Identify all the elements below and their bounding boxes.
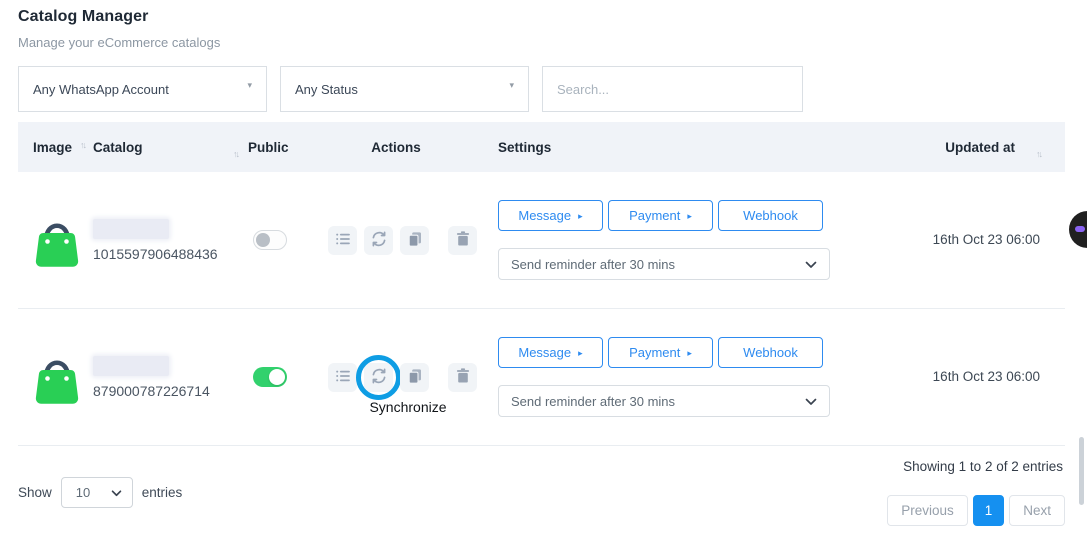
reminder-select-value: Send reminder after 30 mins bbox=[511, 257, 675, 272]
delete-button[interactable] bbox=[448, 226, 477, 255]
submenu-arrow-icon: ▸ bbox=[687, 348, 692, 359]
settings-cell: Message ▸ Payment ▸ Webhook Send reminde… bbox=[498, 337, 838, 417]
copy-icon bbox=[406, 367, 424, 388]
webhook-settings-button[interactable]: Webhook bbox=[718, 200, 823, 231]
page-size-select[interactable]: 10 bbox=[61, 477, 133, 508]
delete-button[interactable] bbox=[448, 363, 477, 392]
list-icon bbox=[334, 230, 352, 251]
show-label: Show bbox=[18, 485, 52, 500]
submenu-arrow-icon: ▸ bbox=[687, 211, 692, 222]
catalog-cell: 1015597906488436 bbox=[93, 219, 248, 262]
public-cell bbox=[248, 230, 328, 250]
column-header-image[interactable]: Image↑↓ bbox=[18, 140, 93, 155]
catalog-cell: 879000787226714 bbox=[93, 356, 248, 399]
page-1-button[interactable]: 1 bbox=[973, 495, 1005, 526]
sort-icon: ↑↓ bbox=[80, 140, 85, 150]
search-box bbox=[542, 66, 803, 112]
caret-down-icon: ▾ bbox=[509, 80, 514, 91]
whatsapp-account-select-value: Any WhatsApp Account bbox=[33, 82, 169, 97]
table-row: 1015597906488436 bbox=[18, 172, 1065, 309]
catalog-image-cell bbox=[18, 209, 93, 272]
payment-settings-button[interactable]: Payment ▸ bbox=[608, 337, 713, 368]
pagination: Previous 1 Next bbox=[887, 495, 1065, 526]
trash-icon bbox=[454, 230, 472, 251]
shopping-bag-icon bbox=[33, 391, 81, 408]
duplicate-button[interactable] bbox=[400, 226, 429, 255]
catalog-image-cell bbox=[18, 346, 93, 409]
public-cell bbox=[248, 367, 328, 387]
column-header-actions: Actions bbox=[328, 140, 498, 155]
updated-at-cell: 16th Oct 23 06:00 bbox=[838, 231, 1065, 249]
column-header-catalog[interactable]: Catalog↑↓ bbox=[93, 140, 248, 155]
catalog-table: Image↑↓ Catalog↑↓ Public Actions Setting… bbox=[18, 122, 1065, 526]
synchronize-button[interactable] bbox=[364, 363, 393, 392]
webhook-settings-button[interactable]: Webhook bbox=[718, 337, 823, 368]
chevron-down-icon bbox=[111, 485, 122, 500]
updated-at-value: 16th Oct 23 06:00 bbox=[933, 232, 1040, 247]
duplicate-button[interactable] bbox=[400, 363, 429, 392]
settings-cell: Message ▸ Payment ▸ Webhook Send reminde… bbox=[498, 200, 838, 280]
showing-entries-text: Showing 1 to 2 of 2 entries bbox=[903, 459, 1065, 474]
page-size-value: 10 bbox=[76, 485, 90, 500]
page-subtitle: Manage your eCommerce catalogs bbox=[18, 35, 1065, 50]
updated-at-value: 16th Oct 23 06:00 bbox=[933, 369, 1040, 384]
catalog-items-button[interactable] bbox=[328, 226, 357, 255]
chevron-down-icon bbox=[805, 257, 817, 272]
catalog-manager-page: Catalog Manager Manage your eCommerce ca… bbox=[0, 0, 1087, 526]
search-input[interactable] bbox=[557, 67, 788, 111]
sync-icon bbox=[370, 230, 388, 251]
vertical-scrollbar-thumb[interactable] bbox=[1079, 437, 1084, 505]
reminder-select[interactable]: Send reminder after 30 mins bbox=[498, 248, 830, 280]
chevron-down-icon bbox=[805, 394, 817, 409]
sync-icon bbox=[370, 367, 388, 388]
synchronize-annotation-label: Synchronize bbox=[330, 399, 486, 415]
filter-bar: Any WhatsApp Account ▾ Any Status ▾ bbox=[18, 66, 1065, 112]
column-header-settings: Settings bbox=[498, 140, 838, 155]
whatsapp-account-select[interactable]: Any WhatsApp Account ▾ bbox=[18, 66, 267, 112]
next-page-button[interactable]: Next bbox=[1009, 495, 1065, 526]
pagination-area: Showing 1 to 2 of 2 entries Previous 1 N… bbox=[887, 458, 1065, 526]
submenu-arrow-icon: ▸ bbox=[578, 348, 583, 359]
public-toggle-off[interactable] bbox=[253, 230, 287, 250]
actions-cell: Synchronize bbox=[328, 363, 498, 392]
catalog-id: 1015597906488436 bbox=[93, 246, 248, 262]
message-settings-button[interactable]: Message ▸ bbox=[498, 200, 603, 231]
previous-page-button[interactable]: Previous bbox=[887, 495, 968, 526]
list-icon bbox=[334, 367, 352, 388]
shopping-bag-icon bbox=[33, 254, 81, 271]
sort-icon: ↑↓ bbox=[233, 149, 238, 159]
table-footer: Show 10 entries Showing 1 to 2 of 2 entr… bbox=[18, 458, 1065, 526]
catalog-id: 879000787226714 bbox=[93, 383, 248, 399]
copy-icon bbox=[406, 230, 424, 251]
trash-icon bbox=[454, 367, 472, 388]
synchronize-button[interactable] bbox=[364, 226, 393, 255]
sort-icon: ↑↓ bbox=[1036, 149, 1041, 159]
catalog-items-button[interactable] bbox=[328, 363, 357, 392]
status-select[interactable]: Any Status ▾ bbox=[280, 66, 529, 112]
page-size-control: Show 10 entries bbox=[18, 458, 182, 526]
payment-settings-button[interactable]: Payment ▸ bbox=[608, 200, 713, 231]
submenu-arrow-icon: ▸ bbox=[578, 211, 583, 222]
column-header-updated-at[interactable]: Updated at↑↓ bbox=[838, 140, 1065, 155]
table-header-row: Image↑↓ Catalog↑↓ Public Actions Setting… bbox=[18, 122, 1065, 172]
status-select-value: Any Status bbox=[295, 82, 358, 97]
actions-cell bbox=[328, 226, 498, 255]
message-settings-button[interactable]: Message ▸ bbox=[498, 337, 603, 368]
catalog-name-redacted bbox=[93, 356, 169, 376]
widget-glyph-icon bbox=[1075, 226, 1085, 232]
caret-down-icon: ▾ bbox=[247, 80, 252, 91]
column-header-public: Public bbox=[248, 140, 328, 155]
entries-label: entries bbox=[142, 485, 183, 500]
page-title: Catalog Manager bbox=[18, 8, 1065, 26]
updated-at-cell: 16th Oct 23 06:00 bbox=[838, 368, 1065, 386]
reminder-select-value: Send reminder after 30 mins bbox=[511, 394, 675, 409]
catalog-name-redacted bbox=[93, 219, 169, 239]
table-row: 879000787226714 bbox=[18, 309, 1065, 446]
public-toggle-on[interactable] bbox=[253, 367, 287, 387]
reminder-select[interactable]: Send reminder after 30 mins bbox=[498, 385, 830, 417]
